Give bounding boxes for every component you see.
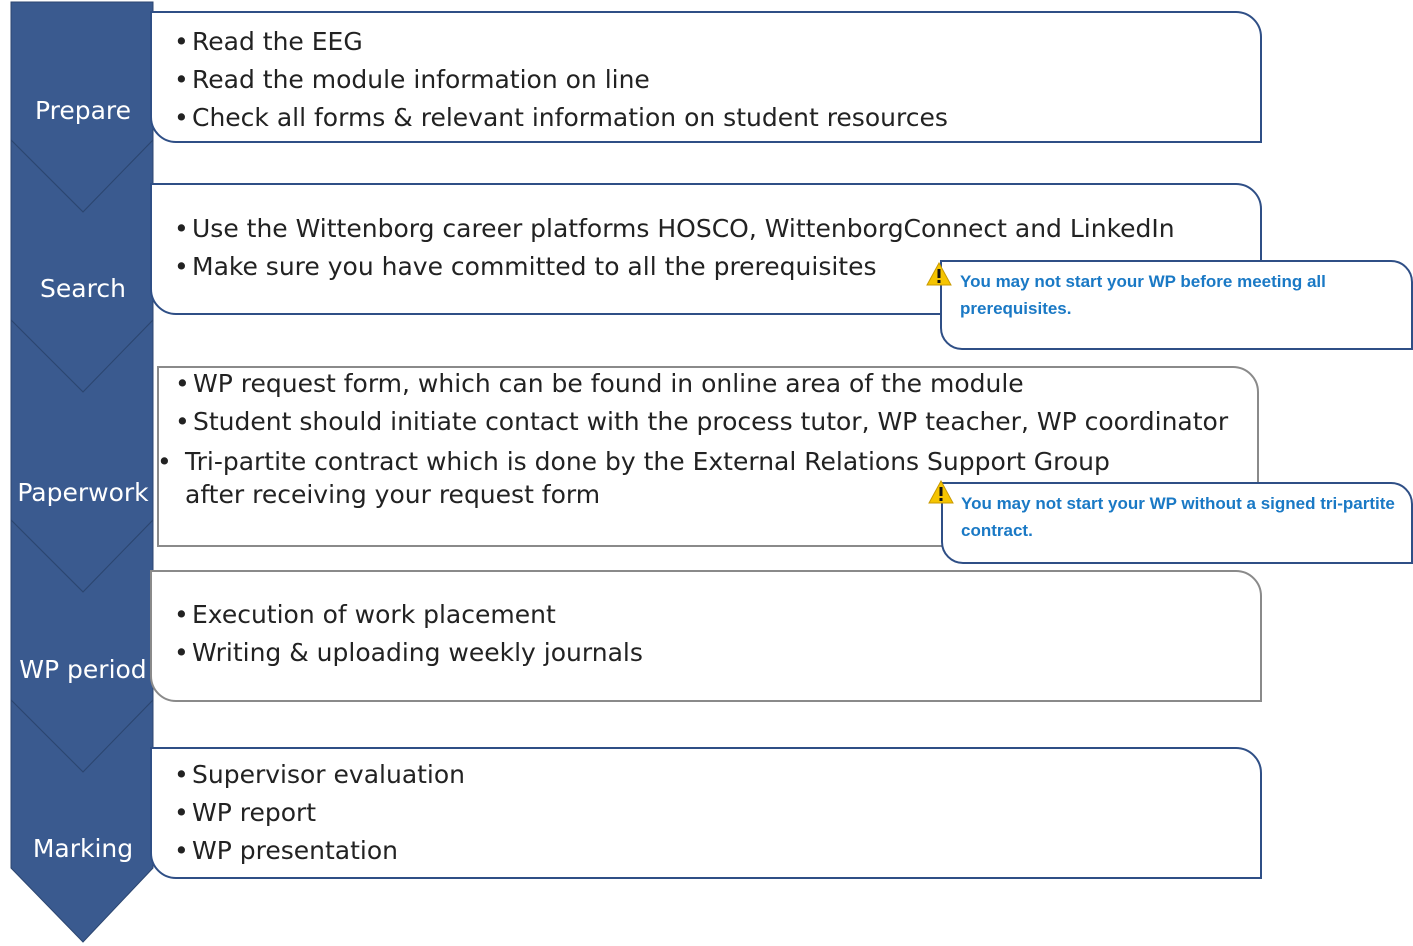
wp-period-items: • Execution of work placement • Writing & … [174,596,643,672]
marking-items: • Supervisor evaluation • WP report • WP pr… [174,756,465,870]
list-item: • Check all forms & relevant information … [174,103,948,132]
stage-label-paperwork: Paperwork [17,478,149,507]
search-warning-note: You may not start your WP before meeting… [940,260,1413,350]
paperwork-warning-text: You may not start your WP without a sign… [961,494,1395,540]
prepare-items: • Read the EEG • Read the module informati… [174,23,948,137]
paperwork-warning-note: You may not start your WP without a sign… [941,482,1413,564]
list-item: • WP report [174,798,317,827]
stage-label-marking: Marking [32,834,134,863]
list-item: • WP request form, which can be found in … [175,369,1024,398]
list-item: • Student should initiate contact with th… [175,407,1229,436]
list-item: • Supervisor evaluation [174,760,466,789]
stage-label-search: Search [40,274,126,303]
search-warning-text: You may not start your WP before meeting… [960,272,1326,318]
list-item: • Writing & uploading weekly journals [174,638,643,667]
list-item: • Read the module information on line [174,65,650,94]
list-item: • Read the EEG [174,27,363,56]
warning-icon [926,262,952,286]
warning-icon [928,480,954,504]
list-item: • WP presentation [174,836,398,865]
stage-label-prepare: Prepare [34,96,132,125]
stage-label-wp-period: WP period [19,655,147,684]
list-item: • Execution of work placement [174,600,556,629]
list-item: • Use the Wittenborg career platforms HOS… [174,214,1175,243]
